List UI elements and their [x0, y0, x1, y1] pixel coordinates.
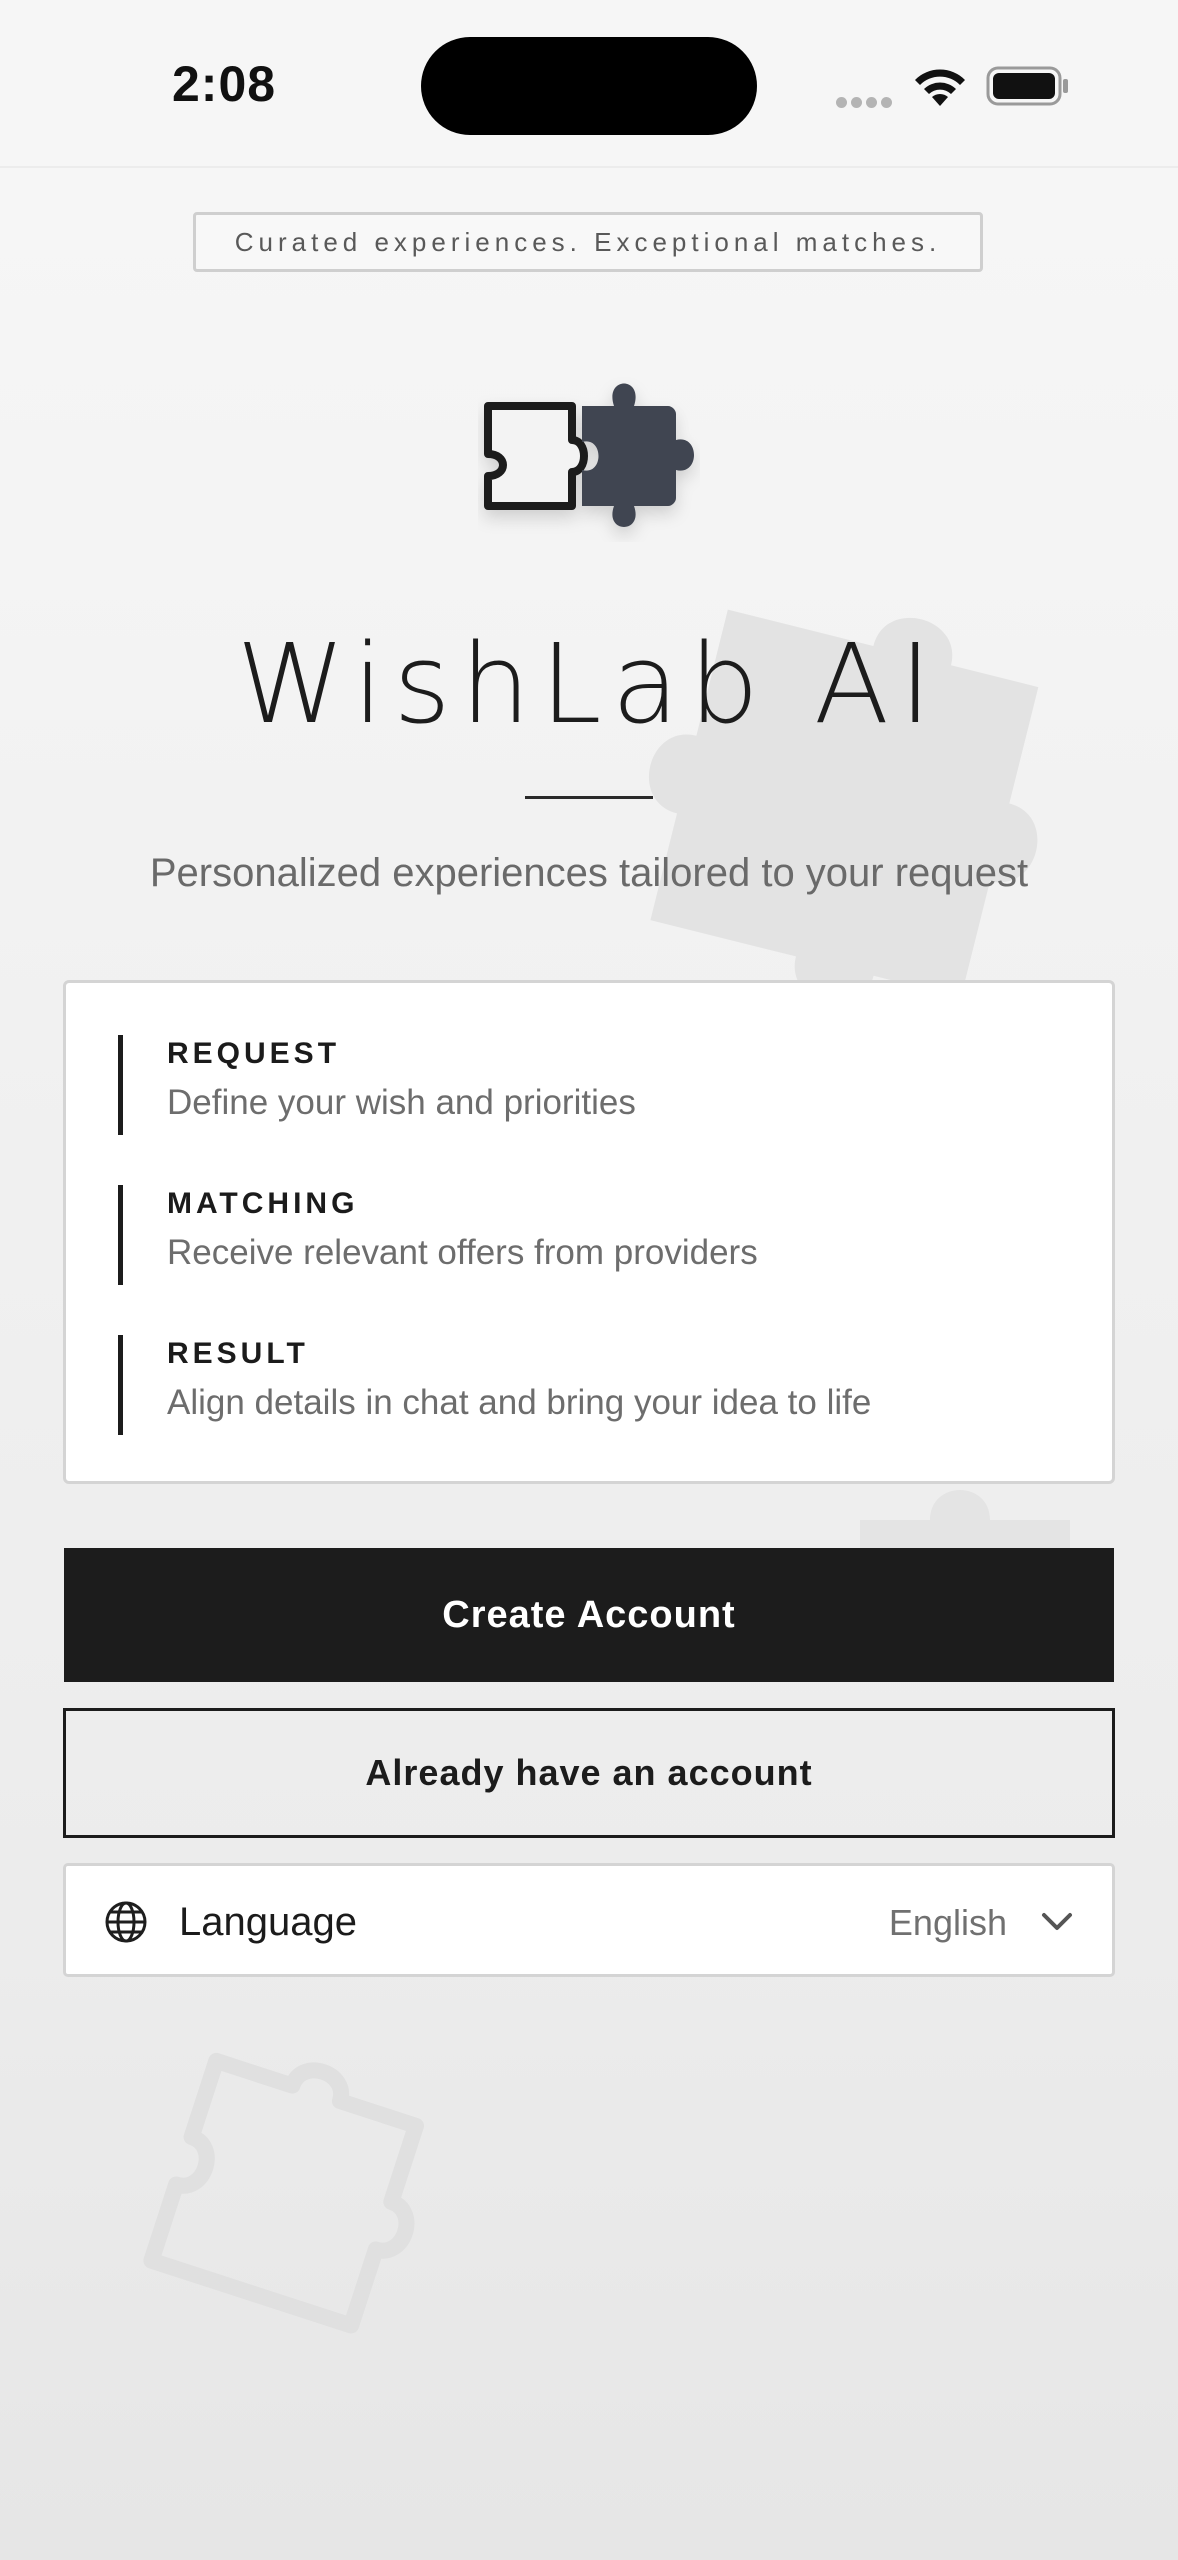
status-time: 2:08 [172, 56, 277, 112]
title-divider [525, 796, 653, 799]
step-description: Receive relevant offers from providers [167, 1233, 758, 1272]
step-description: Align details in chat and bring your ide… [167, 1383, 872, 1422]
cellular-signal-icon [836, 95, 896, 108]
step-title: MATCHING [167, 1187, 359, 1220]
tagline: Curated experiences. Exceptional matches… [193, 212, 983, 272]
battery-icon [986, 66, 1068, 106]
dynamic-island [421, 37, 757, 135]
puzzle-pieces-icon [484, 383, 694, 527]
globe-icon [105, 1901, 147, 1943]
create-account-button[interactable]: Create Account [64, 1548, 1114, 1682]
sign-in-button[interactable]: Already have an account [63, 1708, 1115, 1838]
language-label: Language [179, 1900, 357, 1944]
step-description: Define your wish and priorities [167, 1083, 636, 1122]
step-title: RESULT [167, 1337, 309, 1370]
app-subtitle: Personalized experiences tailored to you… [149, 851, 1029, 895]
step-title: REQUEST [167, 1037, 341, 1070]
language-selector[interactable]: Language English [63, 1863, 1115, 1977]
steps-card: REQUEST Define your wish and priorities … [63, 980, 1115, 1484]
chevron-down-icon [1042, 1913, 1072, 1930]
step-request: REQUEST Define your wish and priorities [118, 1035, 1058, 1135]
language-value: English [888, 1902, 1007, 1943]
step-result: RESULT Align details in chat and bring y… [118, 1335, 1058, 1435]
wifi-icon [915, 69, 965, 106]
step-matching: MATCHING Receive relevant offers from pr… [118, 1185, 1058, 1285]
app-title: WishLab AI [236, 620, 942, 748]
background-puzzle-icon [143, 2052, 425, 2334]
status-bar: 2:08 [0, 0, 1178, 168]
